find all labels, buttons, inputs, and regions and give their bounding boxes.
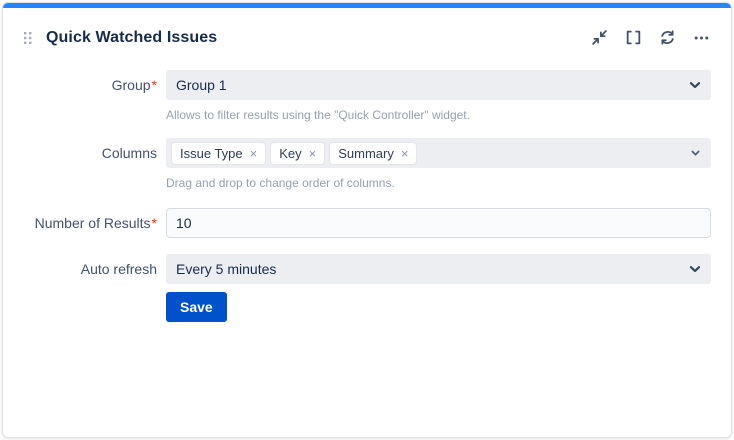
group-help-text: Allows to filter results using the "Quic… xyxy=(166,108,711,122)
more-icon xyxy=(693,29,710,46)
column-tag-label: Key xyxy=(279,146,301,161)
refresh-icon xyxy=(659,29,676,46)
remove-tag-icon[interactable]: × xyxy=(250,147,258,160)
group-label: Group* xyxy=(3,77,166,93)
remove-tag-icon[interactable]: × xyxy=(401,147,409,160)
auto-refresh-row: Auto refresh Every 5 minutes xyxy=(3,254,731,284)
number-of-results-row: Number of Results* xyxy=(3,208,731,238)
fullscreen-icon xyxy=(625,29,642,46)
columns-row: Columns Issue Type × Key × Summary × xyxy=(3,138,731,168)
group-select[interactable]: Group 1 xyxy=(166,70,711,100)
column-tag[interactable]: Summary × xyxy=(330,143,416,164)
refresh-button[interactable] xyxy=(656,26,679,49)
remove-tag-icon[interactable]: × xyxy=(309,147,317,160)
collapse-button[interactable] xyxy=(588,26,611,49)
column-tag-label: Summary xyxy=(338,146,394,161)
column-tag-label: Issue Type xyxy=(180,146,243,161)
auto-refresh-select-value: Every 5 minutes xyxy=(176,261,276,277)
save-button[interactable]: Save xyxy=(166,292,227,322)
columns-multiselect[interactable]: Issue Type × Key × Summary × xyxy=(166,138,711,168)
column-tag[interactable]: Key × xyxy=(271,143,324,164)
group-select-value: Group 1 xyxy=(176,77,227,93)
chevron-down-icon xyxy=(690,148,701,159)
gadget-config-form: Group* Group 1 Allows to filter results … xyxy=(3,70,731,322)
columns-help-text: Drag and drop to change order of columns… xyxy=(166,176,711,190)
more-button[interactable] xyxy=(690,26,713,49)
number-of-results-label: Number of Results* xyxy=(3,215,166,231)
columns-label: Columns xyxy=(3,145,166,161)
chevron-down-icon xyxy=(687,261,703,277)
chevron-down-icon xyxy=(687,77,703,93)
drag-handle-icon[interactable] xyxy=(21,29,35,47)
fullscreen-button[interactable] xyxy=(622,26,645,49)
collapse-icon xyxy=(591,29,608,46)
group-row: Group* Group 1 xyxy=(3,70,731,100)
gadget-header: Quick Watched Issues xyxy=(3,8,731,61)
column-tag[interactable]: Issue Type × xyxy=(172,143,265,164)
gadget-title: Quick Watched Issues xyxy=(46,29,217,47)
required-marker: * xyxy=(152,77,157,93)
quick-watched-issues-gadget: Quick Watched Issues xyxy=(2,2,732,438)
number-of-results-input[interactable] xyxy=(166,208,711,238)
auto-refresh-label: Auto refresh xyxy=(3,261,166,277)
required-marker: * xyxy=(152,215,157,231)
auto-refresh-select[interactable]: Every 5 minutes xyxy=(166,254,711,284)
